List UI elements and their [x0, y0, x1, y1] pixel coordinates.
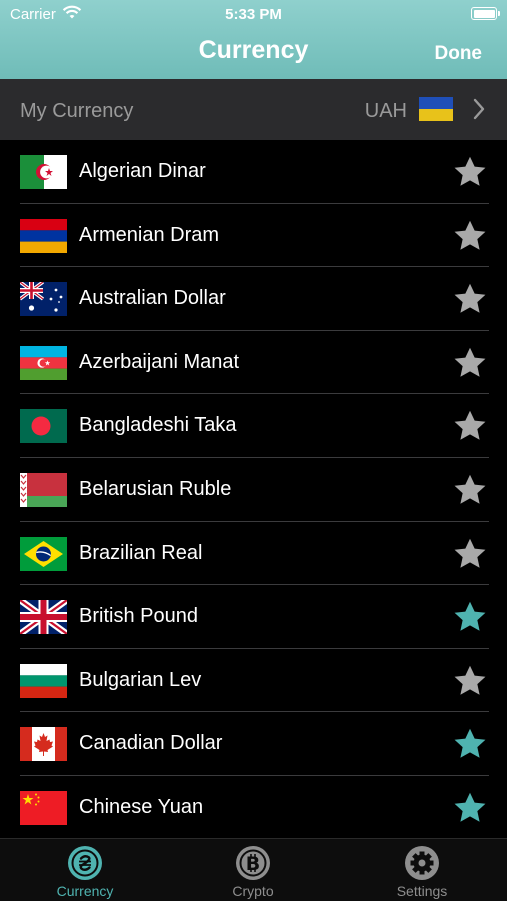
currency-list: Algerian Dinar Armenian Dram Australian … — [0, 140, 507, 840]
battery-icon — [471, 7, 500, 20]
currency-row[interactable]: Belarusian Ruble — [0, 458, 507, 522]
currency-row[interactable]: Azerbaijani Manat — [0, 331, 507, 395]
page-title: Currency — [198, 36, 309, 64]
currency-name: Chinese Yuan — [79, 795, 204, 818]
currency-row[interactable]: Bangladeshi Taka — [0, 394, 507, 458]
star-icon[interactable] — [452, 663, 488, 699]
done-button[interactable]: Done — [435, 43, 483, 65]
star-icon[interactable] — [452, 726, 488, 762]
currency-name: Azerbaijani Manat — [79, 350, 240, 373]
gear-icon — [405, 846, 439, 880]
star-icon[interactable] — [452, 281, 488, 317]
currency-name: Canadian Dollar — [79, 732, 223, 755]
hryvnia-icon — [68, 846, 102, 880]
chevron-right-icon[interactable] — [471, 96, 487, 122]
tab-label: Crypto — [232, 883, 274, 899]
tab-label: Settings — [396, 883, 448, 899]
currency-row[interactable]: Armenian Dram — [0, 204, 507, 268]
currency-row[interactable]: Algerian Dinar — [0, 140, 507, 204]
tab-bar: Currency B Crypto Settings — [0, 838, 507, 901]
star-icon[interactable] — [452, 472, 488, 508]
star-icon[interactable] — [452, 536, 488, 572]
currency-row[interactable]: Chinese Yuan — [0, 776, 507, 840]
currency-row[interactable]: Australian Dollar — [0, 267, 507, 331]
armenia-flag-icon — [20, 218, 67, 253]
status-bar: Carrier 5:33 PM — [0, 0, 507, 28]
currency-row[interactable]: Brazilian Real — [0, 522, 507, 586]
belarus-flag-icon — [20, 472, 67, 507]
canada-flag-icon — [20, 727, 67, 762]
currency-row[interactable]: Canadian Dollar — [0, 712, 507, 776]
star-icon[interactable] — [452, 790, 488, 826]
brazil-flag-icon — [20, 536, 67, 571]
nav-header: Carrier 5:33 PM Currency Done — [0, 0, 507, 79]
currency-name: Armenian Dram — [79, 223, 220, 246]
star-icon[interactable] — [452, 218, 488, 254]
tab-label: Currency — [56, 883, 114, 899]
currency-row[interactable]: Bulgarian Lev — [0, 649, 507, 713]
my-currency-label: My Currency — [20, 100, 134, 122]
currency-name: Bulgarian Lev — [79, 668, 202, 691]
china-flag-icon — [20, 790, 67, 825]
star-icon[interactable] — [452, 599, 488, 635]
star-icon[interactable] — [452, 408, 488, 444]
bulgaria-flag-icon — [20, 663, 67, 698]
currency-name: Algerian Dinar — [79, 160, 206, 182]
svg-text:B: B — [246, 853, 260, 875]
star-icon[interactable] — [452, 154, 488, 190]
status-time: 5:33 PM — [225, 6, 282, 23]
uk-flag-icon — [20, 600, 67, 635]
ukraine-flag-icon — [419, 97, 453, 121]
my-currency-code: UAH — [364, 100, 407, 122]
currency-name: Belarusian Ruble — [79, 477, 232, 500]
currency-name: British Pound — [79, 605, 198, 628]
currency-row[interactable]: British Pound — [0, 585, 507, 649]
bitcoin-icon: B — [236, 846, 270, 880]
currency-name: Brazilian Real — [79, 541, 203, 564]
star-icon[interactable] — [452, 345, 488, 381]
australia-flag-icon — [20, 282, 67, 317]
azerbaijan-flag-icon — [20, 345, 67, 380]
currency-name: Australian Dollar — [79, 287, 226, 310]
algeria-flag-icon — [20, 155, 67, 189]
bangladesh-flag-icon — [20, 409, 67, 444]
currency-name: Bangladeshi Taka — [79, 414, 237, 437]
